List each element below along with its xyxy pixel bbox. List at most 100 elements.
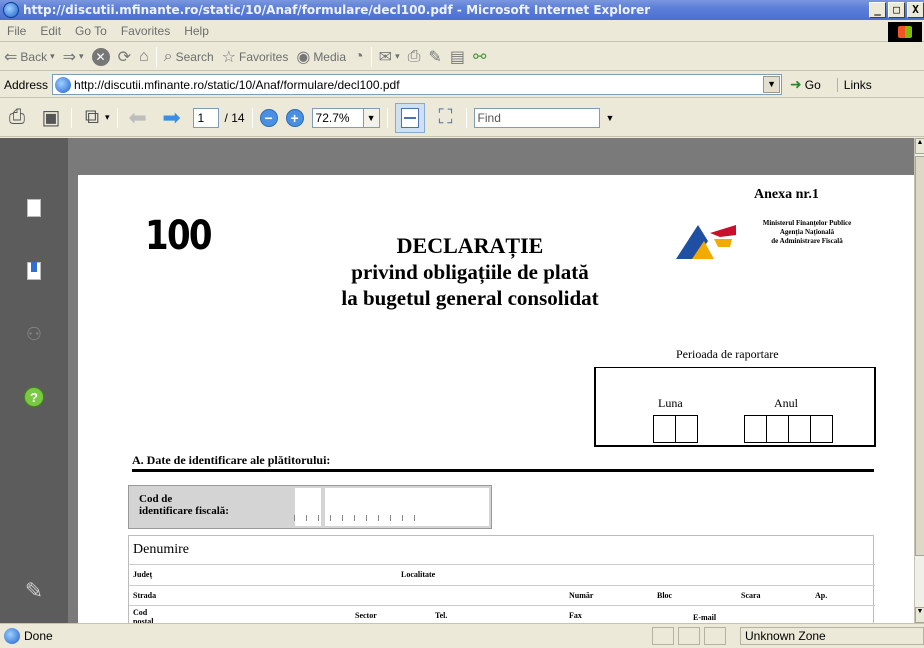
minimize-button[interactable]: _ [869, 2, 886, 18]
help-icon[interactable]: ? [24, 387, 44, 407]
media-button[interactable]: ◉ Media [292, 47, 350, 67]
anaf-logo [676, 225, 736, 259]
block-label: Bloc [657, 591, 673, 600]
zoom-input[interactable]: 72.7% [311, 107, 364, 128]
search-button[interactable]: ⌕ Search [160, 48, 218, 66]
back-label: Back [20, 49, 48, 64]
back-arrow-icon: ⇐ [4, 48, 18, 66]
go-button[interactable]: ➜ Go [790, 76, 821, 93]
toolbar-separator [465, 107, 467, 128]
favorites-icon: ☆ [221, 48, 236, 66]
messenger-icon: ⚯ [472, 48, 487, 66]
go-label: Go [804, 77, 821, 92]
ie-icon [3, 2, 19, 18]
scroll-up-button[interactable]: ▲ [915, 138, 924, 154]
apartment-label: Ap. [815, 591, 828, 600]
identification-table: Denumire Județ Localitate Strada Număr B… [128, 535, 875, 623]
print-icon: ⎙ [407, 47, 421, 65]
year-cells[interactable] [744, 415, 833, 443]
paperclip-icon[interactable]: ✎ [24, 578, 44, 603]
address-label: Address [4, 77, 49, 92]
fax-label: Fax [569, 611, 582, 620]
county-row: Județ Localitate [129, 565, 875, 586]
chevron-down-icon[interactable]: ▾ [105, 112, 110, 123]
address-dropdown-button[interactable]: ▼ [763, 76, 781, 93]
messenger-button[interactable]: ⚯ [469, 47, 490, 67]
toolbar-separator [386, 107, 388, 128]
next-page-icon[interactable]: ➡ [159, 105, 185, 131]
edit-icon: ✎ [428, 48, 442, 66]
favorites-button[interactable]: ☆ Favorites [218, 47, 293, 67]
scroll-down-button[interactable]: ▼ [915, 607, 924, 623]
locality-label: Localitate [401, 570, 436, 579]
postal-code-label: Cod poștal [133, 608, 154, 623]
print-button[interactable]: ⎙ [404, 48, 425, 66]
media-label: Media [313, 49, 346, 64]
zoom-out-button[interactable]: − [259, 108, 278, 127]
menu-help[interactable]: Help [177, 24, 216, 38]
stop-button[interactable]: ✕ [88, 47, 114, 66]
ministry-line-3: de Administrare Fiscală [771, 237, 843, 245]
menu-edit[interactable]: Edit [33, 24, 68, 38]
staircase-label: Scara [741, 591, 761, 600]
form-number: 100 [145, 213, 213, 259]
history-button[interactable]: ◔ [350, 48, 368, 66]
links-button[interactable]: Links [836, 77, 872, 92]
pdf-page: Anexa nr.1 100 DECLARAȚIE privind obliga… [78, 175, 914, 623]
binoculars-icon[interactable]: ⚇ [24, 323, 44, 345]
fit-width-button[interactable] [394, 102, 425, 133]
address-input[interactable]: http://discutii.mfinante.ro/static/10/An… [52, 74, 783, 95]
chevron-down-icon: ▾ [79, 51, 84, 61]
annex-label: Anexa nr.1 [754, 187, 819, 202]
menu-bar: File Edit Go To Favorites Help [0, 20, 924, 42]
menu-favorites[interactable]: Favorites [114, 24, 177, 38]
sector-label: Sector [355, 611, 377, 620]
pages-icon[interactable] [24, 197, 44, 219]
section-divider [132, 469, 874, 472]
zone-panel: Unknown Zone [740, 627, 924, 645]
forward-button[interactable]: ⇒ ▾ [59, 47, 88, 67]
previous-page-icon[interactable]: ⬅ [125, 105, 151, 131]
refresh-button[interactable]: ⟳ [114, 47, 135, 67]
scroll-thumb[interactable] [915, 156, 924, 556]
menu-file[interactable]: File [0, 24, 33, 38]
toolbar-separator [116, 107, 118, 128]
find-dropdown-button[interactable]: ▼ [606, 113, 615, 123]
bookmarks-icon[interactable] [24, 260, 44, 282]
back-button[interactable]: ⇐ Back ▾ [0, 47, 59, 67]
find-input[interactable]: Find [473, 107, 600, 128]
page-icon [55, 76, 72, 93]
street-label: Strada [133, 591, 157, 600]
street-row: Strada Număr Bloc Scara Ap. [129, 586, 875, 606]
toolbar-separator [155, 46, 157, 67]
windows-logo-icon [888, 22, 922, 42]
title-line-2: privind obligațiile de plată [351, 260, 589, 284]
save-icon[interactable]: ▣ [38, 105, 64, 131]
zone-text: Unknown Zone [745, 629, 826, 643]
fiscal-code-label: Cod de identificare fiscală: [139, 493, 229, 517]
edit-button[interactable]: ✎ [424, 47, 445, 67]
menu-goto[interactable]: Go To [68, 24, 114, 38]
period-box [594, 367, 876, 447]
history-icon: ◔ [354, 47, 364, 65]
month-cells[interactable] [653, 415, 698, 443]
print-pdf-icon[interactable]: ⎙ [4, 105, 30, 131]
mail-button[interactable]: ✉ ▾ [375, 47, 404, 67]
fit-page-icon[interactable]: ⛶ [433, 105, 459, 131]
month-label: Luna [658, 396, 683, 410]
maximize-button[interactable]: □ [888, 2, 905, 18]
status-panel [652, 627, 674, 645]
refresh-icon: ⟳ [117, 48, 131, 66]
address-bar: Address http://discutii.mfinante.ro/stat… [0, 72, 924, 98]
zoom-dropdown-button[interactable]: ▼ [363, 107, 380, 128]
vertical-scrollbar[interactable]: ▲ ▼ [914, 138, 924, 623]
document-viewport[interactable]: Anexa nr.1 100 DECLARAȚIE privind obliga… [68, 138, 914, 623]
zoom-in-button[interactable]: + [285, 108, 304, 127]
pdf-toolbar: ⎙ ▣ ⧉ ▾ ⬅ ➡ 1 / 14 − + 72.7% ▼ ⛶ Find ▼ [0, 99, 924, 137]
discuss-button[interactable]: ▤ [446, 47, 469, 67]
home-button[interactable]: ⌂ [135, 48, 153, 66]
close-button[interactable]: X [907, 2, 924, 18]
organizer-icon[interactable]: ⧉ [79, 105, 105, 131]
page-number-input[interactable]: 1 [192, 107, 219, 128]
toolbar-separator [370, 46, 372, 67]
